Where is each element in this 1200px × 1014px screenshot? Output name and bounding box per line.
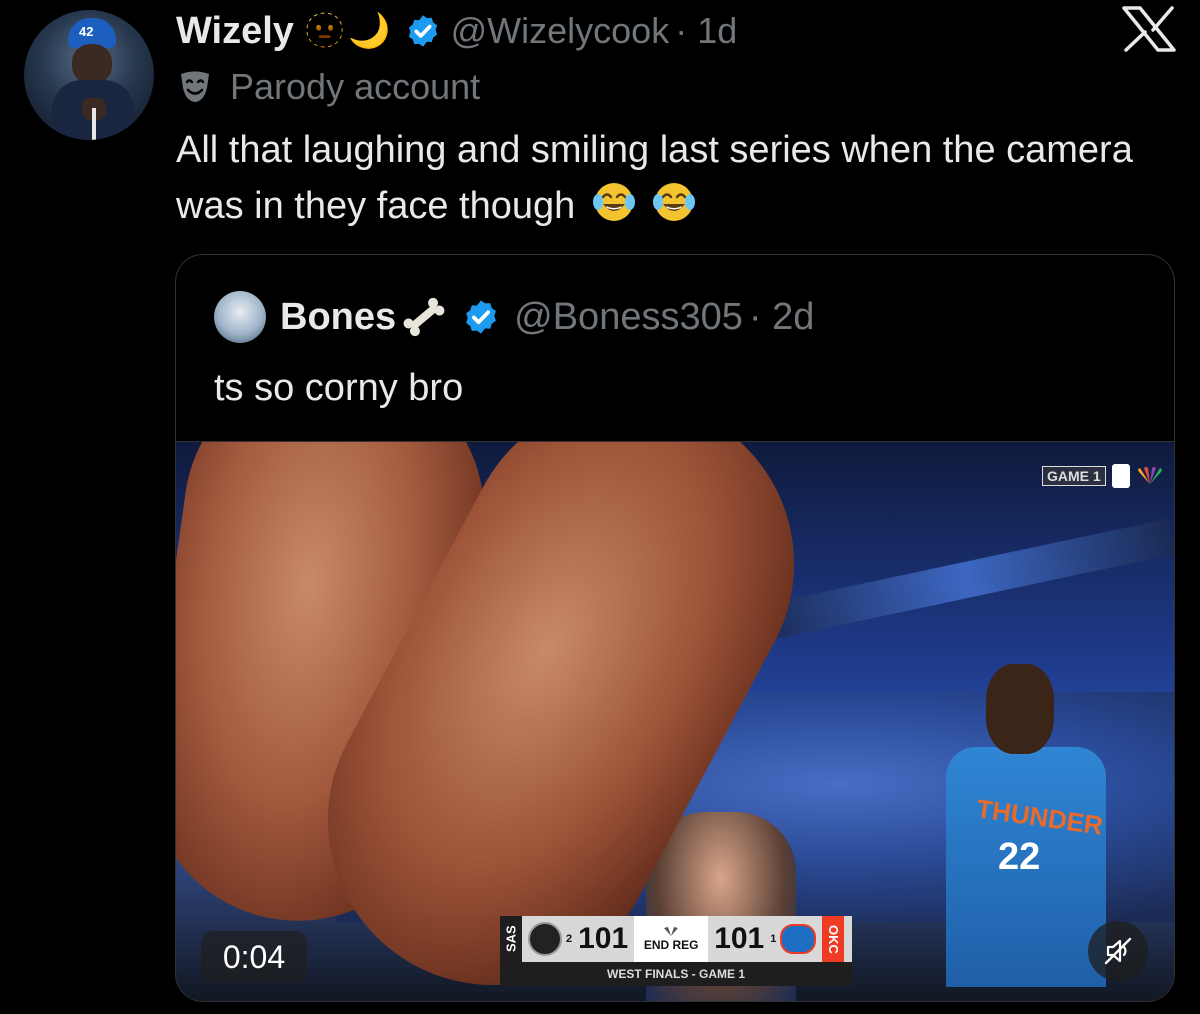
player-head	[986, 664, 1054, 754]
bone-emoji-icon	[403, 297, 445, 337]
post-time[interactable]: · 1d	[675, 10, 737, 52]
parody-account-text: Parody account	[230, 66, 481, 107]
away-score: 101	[578, 922, 629, 955]
quoted-display-name[interactable]: Bones	[280, 296, 396, 339]
tweet-text: All that laughing and smiling last serie…	[176, 122, 1166, 234]
author-name-row: Wizely 🫥 🌙 @Wizelycook · 1d	[176, 8, 737, 54]
video-elapsed-time: 0:04	[201, 931, 307, 983]
peacock-logo-icon	[664, 927, 679, 936]
crescent-moon-emoji: 🌙	[348, 11, 391, 51]
nba-logo-icon	[1111, 464, 1130, 488]
author-display-name[interactable]: Wizely	[176, 10, 294, 53]
scorebug: SAS 2 101 END REG 101 1 OKC WEST FINALS	[500, 916, 852, 988]
author-avatar[interactable]: 42	[24, 10, 154, 140]
thunder-logo-icon	[780, 924, 817, 954]
speaker-muted-icon	[1104, 937, 1132, 965]
broadcast-game-tag: GAME 1	[1042, 464, 1164, 488]
avatar-microphone	[92, 108, 96, 140]
avatar-cap-number: 42	[79, 24, 94, 39]
peacock-logo-icon	[1137, 467, 1162, 484]
dotted-face-emoji: 🫥	[303, 11, 347, 51]
mute-button[interactable]	[1088, 921, 1148, 981]
verified-badge-icon[interactable]	[462, 298, 500, 336]
verified-badge-icon[interactable]	[405, 13, 441, 49]
home-team-block: 101 1 OKC	[708, 916, 845, 962]
jersey-number: 22	[998, 836, 1041, 878]
away-team-label: SAS	[500, 916, 522, 962]
author-handle[interactable]: @Wizelycook	[451, 10, 670, 52]
laughing-tears-emoji-icon	[653, 183, 696, 221]
away-series: 2	[566, 933, 573, 945]
home-team-label: OKC	[822, 916, 845, 962]
quoted-time[interactable]: · 2d	[749, 296, 814, 339]
home-series: 1	[770, 933, 777, 945]
quoted-header: Bones @Boness305 · 2d	[214, 291, 814, 343]
x-logo-icon	[1122, 6, 1176, 52]
quoted-text: ts so corny bro	[214, 367, 464, 409]
home-score: 101	[714, 922, 765, 955]
quoted-tweet-card[interactable]: Bones @Boness305 · 2d ts so corny bro TH…	[175, 254, 1175, 1002]
parody-label: Parody account	[178, 66, 480, 108]
avatar-head	[72, 44, 112, 84]
quoted-handle[interactable]: @Boness305	[514, 296, 743, 339]
scorebug-main: SAS 2 101 END REG 101 1 OKC	[500, 916, 852, 962]
laughing-tears-emoji-icon	[592, 183, 635, 221]
quoted-author-avatar[interactable]	[214, 291, 266, 343]
spurs-logo-icon	[528, 922, 562, 956]
video-player[interactable]: THUNDER 22 GAME 1 SAS 2 101 END REG 101 …	[176, 441, 1174, 1001]
theater-mask-icon	[181, 71, 209, 102]
game-status: END REG	[634, 916, 709, 962]
series-subtitle: WEST FINALS - GAME 1	[500, 962, 852, 986]
game-label: GAME 1	[1042, 466, 1106, 486]
game-status-text: END REG	[643, 938, 699, 952]
thunder-player: THUNDER 22	[936, 652, 1116, 987]
